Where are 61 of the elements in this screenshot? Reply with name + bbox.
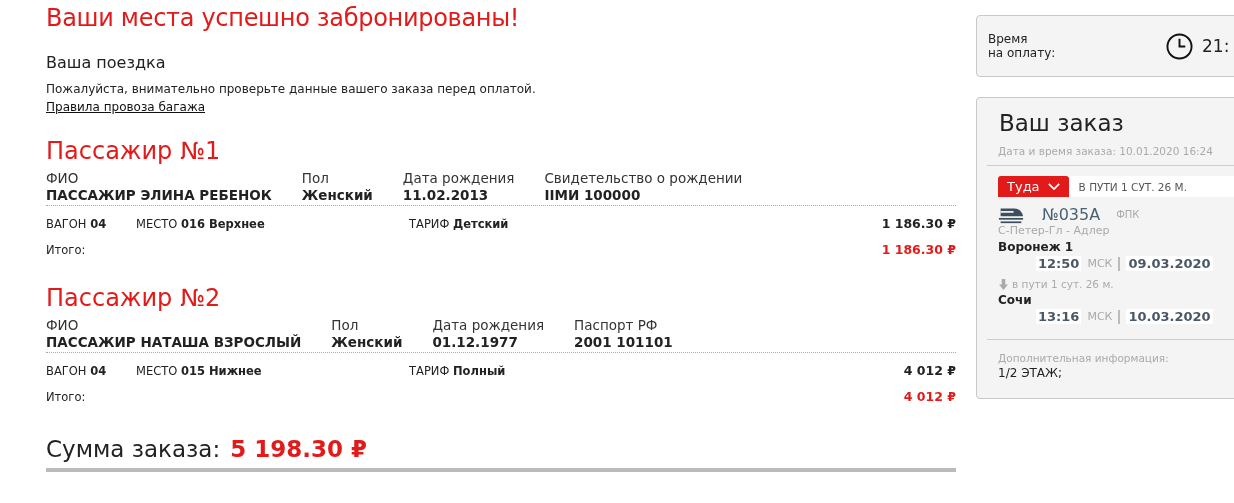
passenger-heading: Пассажир №2 bbox=[46, 284, 222, 312]
station-name: Сочи bbox=[998, 293, 1033, 307]
page-title: Ваши места успешно забронированы! bbox=[46, 4, 521, 32]
total-label: Итого: bbox=[46, 390, 87, 404]
seat-text: МЕСТО 016 Верхнее bbox=[136, 217, 266, 231]
car-text: ВАГОН 04 bbox=[46, 364, 108, 378]
field-label: Свидетельство о рождении bbox=[544, 170, 743, 186]
price-text: 1 186.30 ₽ bbox=[881, 216, 956, 231]
field-value: 01.12.1977 bbox=[432, 334, 519, 350]
field-label: Паспорт РФ bbox=[574, 317, 659, 333]
info-label: Дополнительная информация: bbox=[998, 352, 1170, 364]
timezone-text: МСК bbox=[1087, 257, 1113, 270]
price-text: 4 012 ₽ bbox=[903, 363, 956, 378]
order-date: Дата и время заказа: 10.01.2020 16:24 bbox=[987, 145, 1234, 166]
clock-icon bbox=[1166, 32, 1193, 60]
field-label: ФИО bbox=[46, 317, 80, 333]
timezone-text: МСК bbox=[1087, 310, 1113, 323]
field-label: Пол bbox=[331, 317, 360, 333]
field-label: ФИО bbox=[46, 170, 80, 186]
total-price: 1 186.30 ₽ bbox=[881, 242, 956, 257]
section-heading: Ваша поездка bbox=[46, 53, 167, 72]
direction-button[interactable]: Туда bbox=[998, 176, 1069, 197]
field-label: Пол bbox=[301, 170, 330, 186]
total-price: 4 012 ₽ bbox=[903, 389, 956, 404]
field-value: ПАССАЖИР ЭЛИНА РЕБЕНОК bbox=[46, 187, 272, 203]
order-sum-value: 5 198.30 ₽ bbox=[230, 436, 367, 462]
down-arrow-icon bbox=[999, 278, 1008, 290]
field-value: ПАССАЖИР НАТАША ВЗРОСЛЫЙ bbox=[46, 334, 302, 350]
train-icon bbox=[998, 205, 1024, 224]
field-value: 2001 101101 bbox=[574, 334, 673, 350]
field-value: IIМИ 100000 bbox=[544, 187, 642, 203]
order-sum-label: Сумма заказа: bbox=[46, 436, 221, 462]
departure-date: 09.03.2020 bbox=[1126, 256, 1213, 271]
info-text: 1/2 ЭТАЖ; bbox=[998, 366, 1063, 380]
duration-text: В ПУТИ 1 СУТ. 26 М. bbox=[1078, 180, 1187, 193]
route-text: С-Петер-Гл - Адлер bbox=[998, 224, 1111, 237]
field-value: 11.02.2013 bbox=[402, 187, 490, 203]
chevron-icon bbox=[1047, 183, 1060, 190]
timer-label: Время bbox=[988, 32, 1029, 46]
order-title: Ваш заказ bbox=[999, 110, 1125, 136]
seat-text: МЕСТО 015 Нижнее bbox=[136, 364, 263, 378]
baggage-rules-link[interactable]: Правила провоза багажа bbox=[46, 100, 206, 114]
departure-time: 12:50 bbox=[1036, 256, 1082, 271]
arrival-date: 10.03.2020 bbox=[1126, 309, 1213, 324]
tariff-text: ТАРИФ Детский bbox=[409, 217, 510, 231]
car-text: ВАГОН 04 bbox=[46, 217, 108, 231]
instruction-text: Пожалуйста, внимательно проверьте данные вашего заказа перед оплатой. bbox=[46, 82, 537, 96]
total-label: Итого: bbox=[46, 243, 87, 257]
passenger-heading: Пассажир №1 bbox=[46, 137, 222, 165]
arrival-time: 13:16 bbox=[1036, 309, 1082, 324]
field-label: Дата рождения bbox=[402, 170, 515, 186]
tariff-text: ТАРИФ Полный bbox=[409, 364, 507, 378]
timer-label: на оплату: bbox=[988, 46, 1057, 60]
timer-value: 21: bbox=[1202, 36, 1230, 56]
train-number: №035А bbox=[1042, 205, 1101, 224]
field-value: Женский bbox=[331, 334, 403, 350]
field-value: Женский bbox=[301, 187, 373, 203]
travel-time: в пути 1 сут. 26 м. bbox=[1012, 278, 1114, 290]
carrier-text: ФПК bbox=[1116, 209, 1140, 220]
field-label: Дата рождения bbox=[432, 317, 545, 333]
station-name: Воронеж 1 bbox=[998, 240, 1075, 254]
